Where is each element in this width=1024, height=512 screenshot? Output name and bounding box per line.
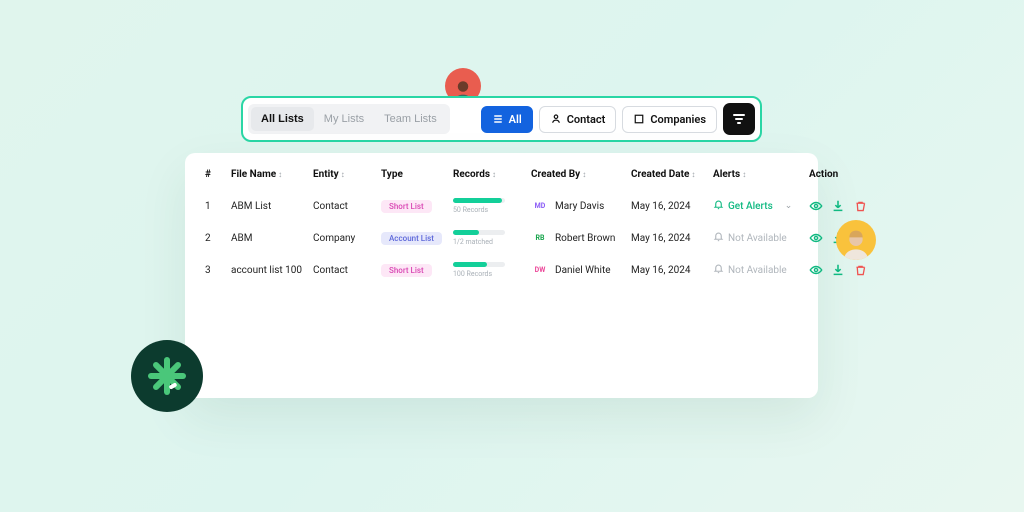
th-action: Action — [807, 163, 869, 190]
th-entity[interactable]: Entity↕ — [311, 163, 379, 190]
chevron-down-icon: ⌄ — [785, 201, 793, 211]
delete-action[interactable] — [853, 263, 867, 277]
alert-label: Get Alerts — [728, 201, 773, 212]
asterisk-icon — [145, 354, 189, 398]
cell-entity: Company — [311, 222, 379, 254]
cell-alerts[interactable]: Get Alerts ⌄ — [711, 190, 807, 222]
cell-records: 1/2 matched — [451, 222, 529, 254]
cell-date: May 16, 2024 — [629, 190, 711, 222]
filter-companies-button[interactable]: Companies — [622, 106, 717, 133]
th-creator[interactable]: Created By↕ — [529, 163, 629, 190]
th-records[interactable]: Records↕ — [451, 163, 529, 190]
lists-table-panel: # File Name↕ Entity↕ Type Records↕ Creat… — [185, 153, 818, 398]
cell-index: 1 — [203, 190, 229, 222]
type-tag: Short List — [381, 200, 432, 213]
cell-creator: RB Robert Brown — [529, 222, 629, 254]
cell-index: 3 — [203, 254, 229, 286]
table-row: 3account list 100ContactShort List 100 Re… — [203, 254, 869, 286]
sort-icon: ↕ — [341, 170, 345, 179]
list-toolbar: All Lists My Lists Team Lists All Contac… — [241, 96, 762, 142]
creator-initials: DW — [531, 263, 549, 277]
bell-icon — [713, 199, 724, 213]
delete-action[interactable] — [853, 199, 867, 213]
cell-type: Short List — [379, 190, 451, 222]
filter-contact-label: Contact — [567, 113, 606, 126]
cell-index: 2 — [203, 222, 229, 254]
cell-actions — [807, 190, 869, 222]
list-icon — [492, 113, 504, 125]
cell-date: May 16, 2024 — [629, 254, 711, 286]
cell-alerts: Not Available — [711, 222, 807, 254]
records-sub: 1/2 matched — [453, 238, 527, 246]
segment-my-lists[interactable]: My Lists — [314, 107, 374, 131]
sort-icon: ↕ — [742, 170, 746, 179]
cell-creator: MD Mary Davis — [529, 190, 629, 222]
filter-icon — [731, 111, 747, 127]
app-logo — [131, 340, 203, 412]
filter-button[interactable] — [723, 103, 755, 135]
cell-entity: Contact — [311, 254, 379, 286]
sort-icon: ↕ — [278, 170, 282, 179]
cell-entity: Contact — [311, 190, 379, 222]
bell-icon — [713, 263, 724, 277]
bell-icon — [713, 231, 724, 245]
records-sub: 50 Records — [453, 206, 527, 214]
th-index[interactable]: # — [203, 163, 229, 190]
cell-type: Short List — [379, 254, 451, 286]
creator-initials: MD — [531, 199, 549, 213]
alert-label: Not Available — [728, 265, 787, 276]
creator-name: Daniel White — [555, 265, 611, 276]
records-bar — [453, 262, 505, 267]
filter-all-button[interactable]: All — [481, 106, 533, 133]
segment-team-lists[interactable]: Team Lists — [374, 107, 447, 131]
cell-file[interactable]: ABM List — [229, 190, 311, 222]
cell-file[interactable]: account list 100 — [229, 254, 311, 286]
cell-alerts: Not Available — [711, 254, 807, 286]
type-tag: Short List — [381, 264, 432, 277]
view-action[interactable] — [809, 263, 823, 277]
filter-all-label: All — [509, 113, 522, 126]
records-sub: 100 Records — [453, 270, 527, 278]
filter-contact-button[interactable]: Contact — [539, 106, 617, 133]
download-action[interactable] — [831, 199, 845, 213]
alert-label: Not Available — [728, 233, 787, 244]
building-icon — [633, 113, 645, 125]
creator-name: Robert Brown — [555, 233, 615, 244]
filter-companies-label: Companies — [650, 113, 706, 126]
segment-all-lists[interactable]: All Lists — [251, 107, 314, 131]
th-date[interactable]: Created Date↕ — [629, 163, 711, 190]
sort-icon: ↕ — [691, 170, 695, 179]
type-tag: Account List — [381, 232, 442, 245]
cell-type: Account List — [379, 222, 451, 254]
cell-file[interactable]: ABM — [229, 222, 311, 254]
records-bar — [453, 230, 505, 235]
th-alerts[interactable]: Alerts↕ — [711, 163, 807, 190]
list-scope-segment: All Lists My Lists Team Lists — [248, 104, 450, 134]
creator-initials: RB — [531, 231, 549, 245]
person-icon — [550, 113, 562, 125]
cell-creator: DW Daniel White — [529, 254, 629, 286]
view-action[interactable] — [809, 199, 823, 213]
avatar — [836, 220, 876, 260]
view-action[interactable] — [809, 231, 823, 245]
table-row: 1ABM ListContactShort List 50 Records MD Ma… — [203, 190, 869, 222]
sort-icon: ↕ — [492, 170, 496, 179]
table-row: 2ABMCompanyAccount List 1/2 matched RB Robe… — [203, 222, 869, 254]
th-type[interactable]: Type — [379, 163, 451, 190]
sort-icon: ↕ — [582, 170, 586, 179]
creator-name: Mary Davis — [555, 201, 604, 212]
download-action[interactable] — [831, 263, 845, 277]
th-file[interactable]: File Name↕ — [229, 163, 311, 190]
records-bar — [453, 198, 505, 203]
cell-date: May 16, 2024 — [629, 222, 711, 254]
cell-records: 100 Records — [451, 254, 529, 286]
cell-records: 50 Records — [451, 190, 529, 222]
lists-table: # File Name↕ Entity↕ Type Records↕ Creat… — [203, 163, 869, 286]
